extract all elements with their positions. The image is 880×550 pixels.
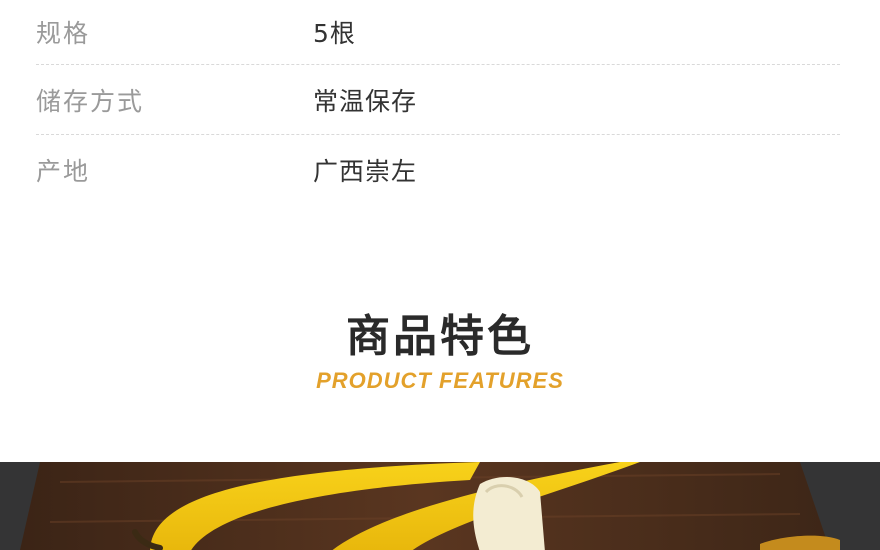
spec-value: 5根	[313, 19, 356, 48]
section-subtitle: PRODUCT FEATURES	[316, 368, 564, 393]
banana-photo	[0, 462, 880, 550]
spec-label: 产地	[36, 157, 91, 186]
spec-row-storage: 储存方式 常温保存	[36, 65, 840, 135]
section-title: 商品特色	[346, 311, 534, 362]
spec-label: 规格	[36, 19, 91, 48]
spec-label: 储存方式	[36, 86, 145, 116]
spec-value: 广西崇左	[313, 157, 418, 186]
spec-table: 规格 5根 储存方式 常温保存 产地 广西崇左	[36, 0, 840, 205]
spec-value: 常温保存	[313, 86, 418, 116]
spec-row-origin: 产地 广西崇左	[36, 135, 840, 205]
spec-row-size: 规格 5根	[36, 0, 840, 65]
